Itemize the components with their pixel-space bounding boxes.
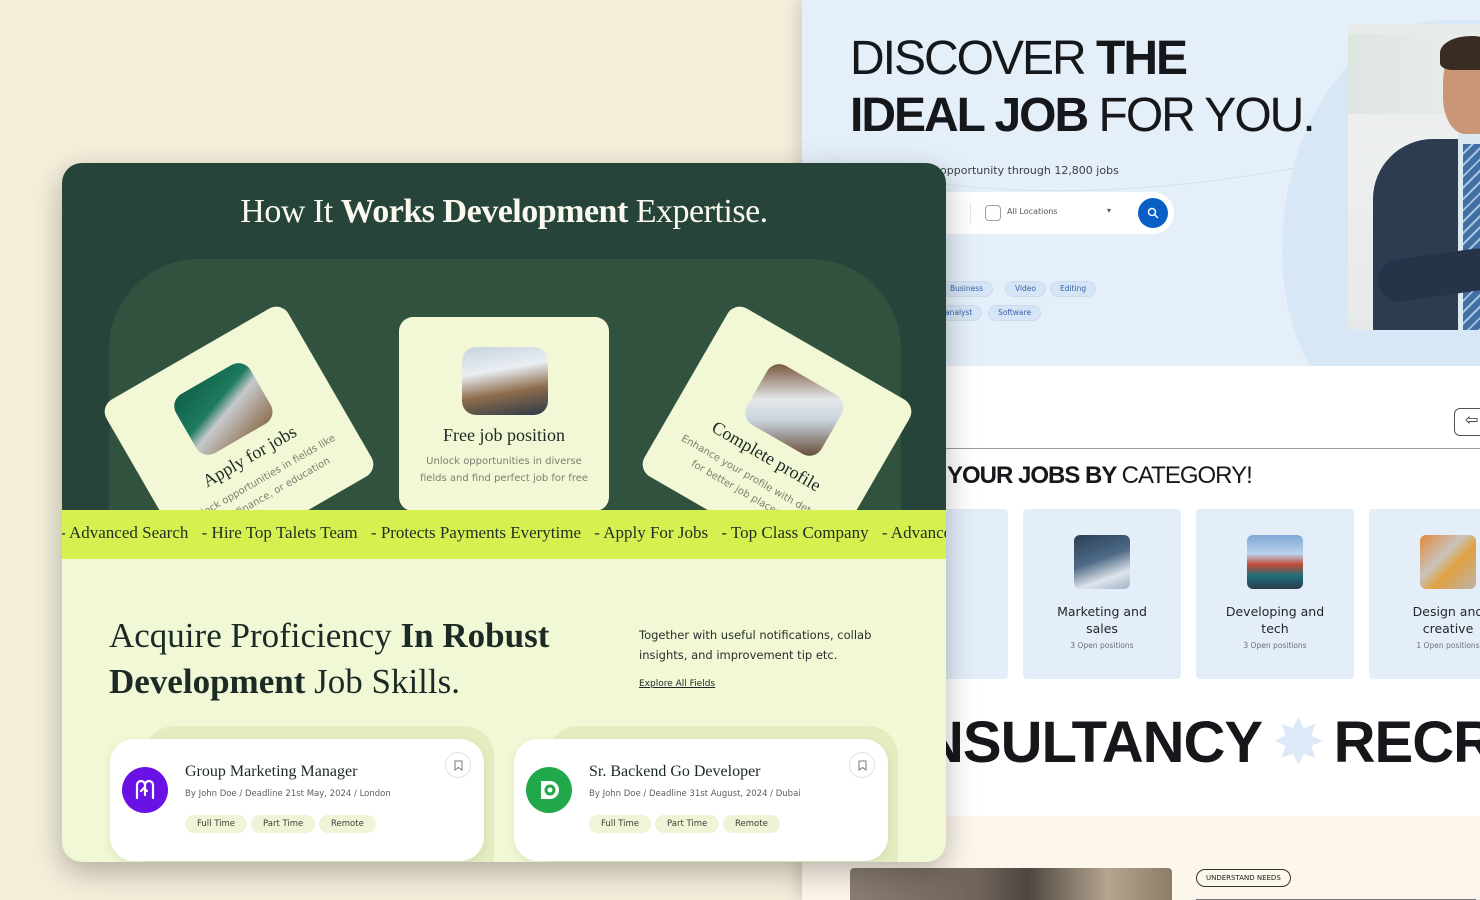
category-section-title: YOUR JOBS BY CATEGORY! bbox=[947, 462, 1253, 489]
job-title[interactable]: Sr. Backend Go Developer bbox=[589, 763, 761, 781]
hero-businessman-photo bbox=[1348, 24, 1480, 330]
ticker-item: - Apply For Jobs bbox=[594, 523, 709, 542]
how-it-works-panel: How It Works Development Expertise. Appl… bbox=[62, 163, 946, 862]
star-icon: ✸ bbox=[1274, 710, 1323, 775]
tag-editing[interactable]: Editing bbox=[1050, 281, 1097, 297]
step-description: Unlock opportunities in diverse fields a… bbox=[419, 456, 589, 484]
location-select[interactable]: All Locations bbox=[1007, 207, 1057, 216]
bookmark-icon bbox=[858, 760, 866, 771]
category-image bbox=[1074, 535, 1130, 589]
job-card[interactable]: Group Marketing Manager By John Doe / De… bbox=[110, 739, 484, 861]
hero-title-bold: IDEAL JOB bbox=[850, 89, 1089, 142]
step-card-free-job[interactable]: Free job position Unlock opportunities i… bbox=[399, 317, 609, 510]
job-title[interactable]: Group Marketing Manager bbox=[185, 763, 357, 781]
features-ticker: - Advanced Search - Hire Top Talets Team… bbox=[62, 510, 946, 559]
chevron-down-icon[interactable]: ▾ bbox=[1107, 206, 1111, 215]
job-type-pill[interactable]: Remote bbox=[319, 815, 376, 833]
services-marquee: NSULTANCY✸RECRU bbox=[922, 710, 1480, 775]
tag-video[interactable]: Video bbox=[1005, 281, 1047, 297]
company-logo-icon bbox=[541, 781, 559, 799]
ticker-item: - Top Class Company bbox=[721, 523, 869, 542]
step-title: Free job position bbox=[443, 425, 565, 445]
skills-section-title: Acquire Proficiency In Robust Developmen… bbox=[109, 616, 550, 701]
category-card-developing[interactable]: Developing and tech 3 Open positions bbox=[1196, 509, 1354, 679]
job-meta: By John Doe / Deadline 21st May, 2024 / … bbox=[185, 789, 391, 799]
tag-software[interactable]: Software bbox=[988, 305, 1042, 321]
job-type-pill[interactable]: Full Time bbox=[185, 815, 248, 833]
category-card-marketing[interactable]: Marketing and sales 3 Open positions bbox=[1023, 509, 1181, 679]
hero-title-light: FOR YOU. bbox=[1087, 89, 1316, 142]
carousel-prev-button[interactable]: ⇦ bbox=[1454, 408, 1480, 436]
search-divider bbox=[970, 203, 971, 223]
job-type-pill[interactable]: Part Time bbox=[655, 815, 720, 833]
ticker-item: - Advanced Search bbox=[881, 523, 946, 542]
map-icon bbox=[985, 205, 1001, 221]
category-image bbox=[1420, 535, 1476, 589]
bookmark-button[interactable] bbox=[445, 752, 471, 778]
search-icon bbox=[1147, 207, 1159, 219]
company-logo bbox=[122, 767, 168, 813]
job-type-pill[interactable]: Remote bbox=[723, 815, 780, 833]
ticker-item: - Advanced Search bbox=[62, 523, 189, 542]
tag-business[interactable]: Business bbox=[940, 281, 994, 297]
about-photo bbox=[850, 868, 1172, 900]
bookmark-button[interactable] bbox=[849, 752, 875, 778]
how-it-works-section: How It Works Development Expertise. Appl… bbox=[62, 163, 946, 510]
understand-needs-badge: UNDERSTAND NEEDS bbox=[1196, 869, 1291, 887]
bookmark-icon bbox=[454, 760, 462, 771]
hero-title: DISCOVER THE IDEAL JOB FOR YOU. bbox=[850, 30, 1316, 144]
hero-title-light: DISCOVER bbox=[850, 32, 1097, 85]
skills-description: Together with useful notifications, coll… bbox=[639, 628, 872, 662]
company-logo-icon bbox=[135, 779, 155, 800]
category-card-design[interactable]: Design and creative 1 Open positions bbox=[1369, 509, 1480, 679]
explore-all-fields-link[interactable]: Explore All Fields bbox=[639, 679, 715, 689]
company-logo bbox=[526, 767, 572, 813]
ticker-item: - Hire Top Talets Team bbox=[201, 523, 358, 542]
job-card[interactable]: Sr. Backend Go Developer By John Doe / D… bbox=[514, 739, 888, 861]
job-type-pill[interactable]: Full Time bbox=[589, 815, 652, 833]
hero-subtitle: r opportunity through 12,800 jobs bbox=[932, 164, 1119, 177]
search-button[interactable] bbox=[1138, 198, 1168, 228]
hero-title-bold: THE bbox=[1096, 32, 1188, 85]
job-meta: By John Doe / Deadline 31st August, 2024… bbox=[589, 789, 801, 799]
step-image bbox=[462, 347, 548, 415]
how-it-works-title: How It Works Development Expertise. bbox=[240, 193, 768, 230]
category-image bbox=[1247, 535, 1303, 589]
ticker-item: - Protects Payments Everytime bbox=[370, 523, 581, 542]
job-type-pill[interactable]: Part Time bbox=[251, 815, 316, 833]
